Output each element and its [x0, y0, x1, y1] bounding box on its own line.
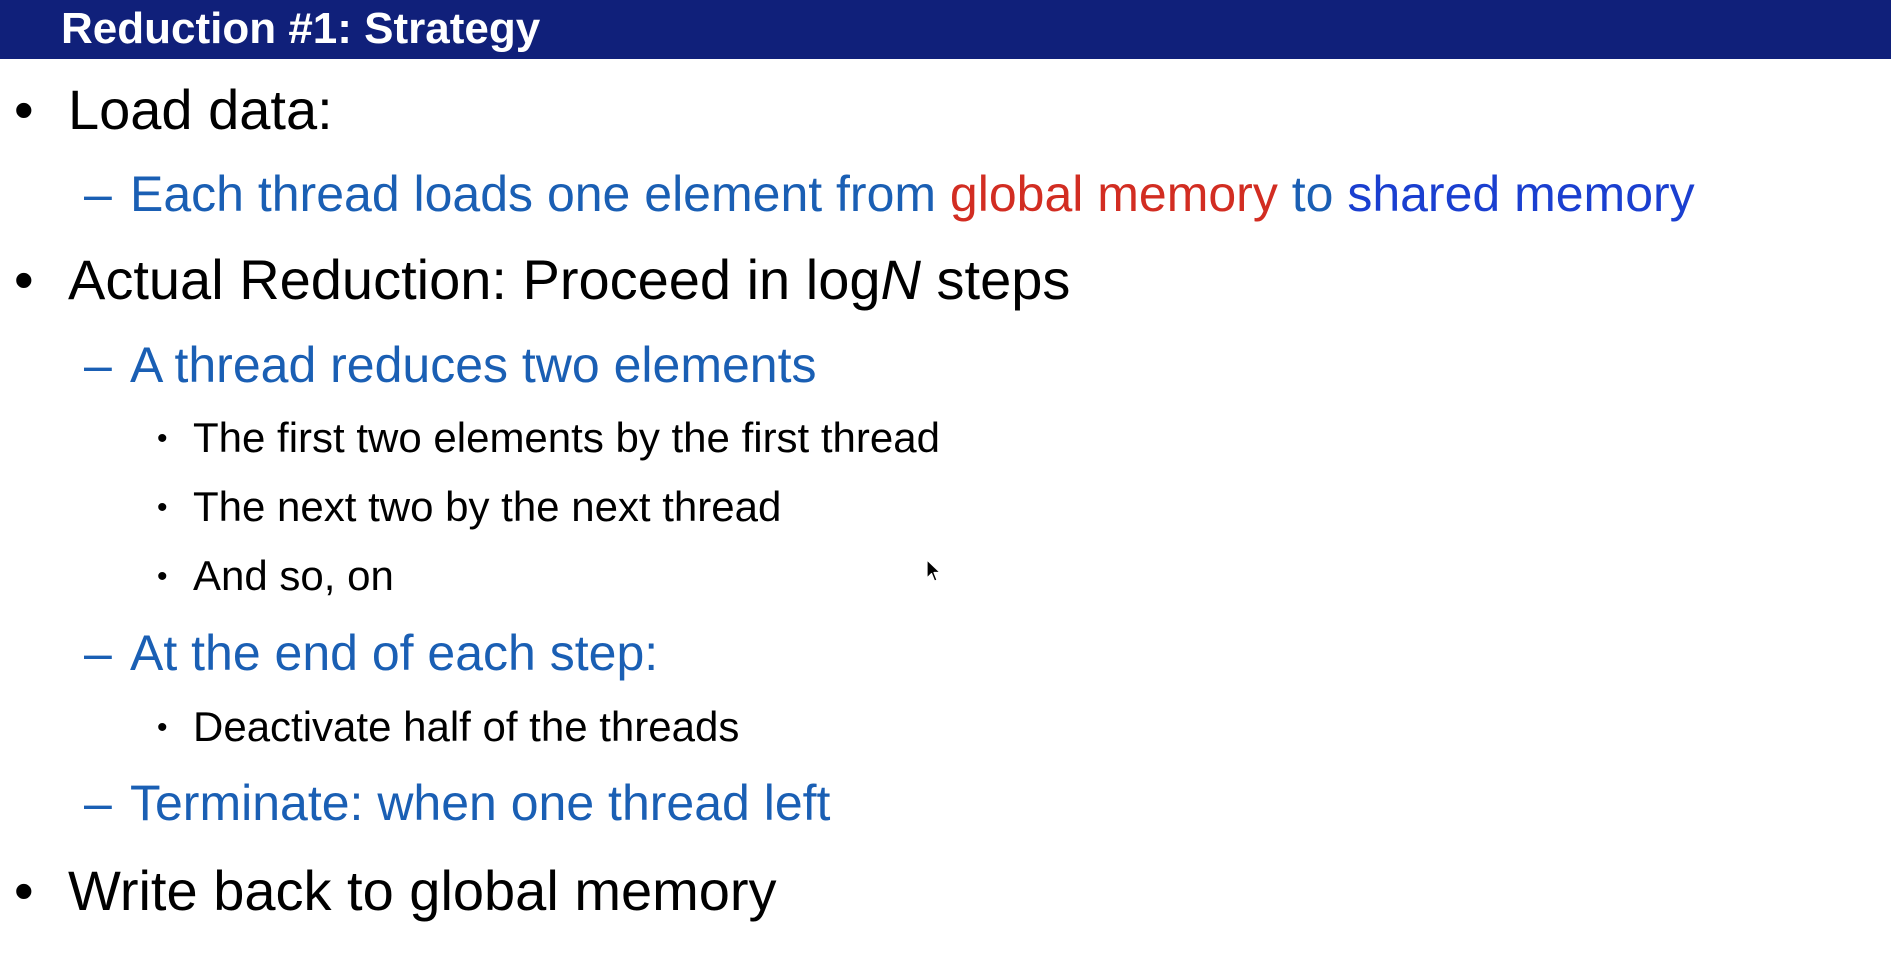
slide: Reduction #1: Strategy • Load data: – Each… — [0, 0, 1891, 967]
sub-load-each-thread: – Each thread loads one element from glob… — [84, 164, 1695, 224]
sub-text: Terminate: when one thread left — [130, 775, 831, 831]
bullet-marker: • — [14, 859, 34, 922]
sub-text: At the end of each step: — [130, 625, 659, 681]
point-and-so-on: • And so, on — [157, 550, 394, 603]
point-text: The first two elements by the first thre… — [193, 414, 940, 461]
dash-marker: – — [84, 625, 112, 681]
point-text: The next two by the next thread — [193, 483, 782, 530]
shared-memory-text: shared memory — [1347, 166, 1695, 222]
sub-text-part3: to — [1277, 166, 1348, 222]
point-deactivate-half: • Deactivate half of the threads — [157, 701, 739, 754]
point-text: Deactivate half of the threads — [193, 703, 740, 750]
small-bullet-marker: • — [157, 560, 168, 593]
slide-title: Reduction #1: Strategy — [61, 4, 541, 53]
sub-end-of-step: – At the end of each step: — [84, 623, 658, 683]
reduction-text-post: steps — [920, 248, 1071, 311]
reduction-text-var: N — [880, 248, 921, 311]
point-next-two: • The next two by the next thread — [157, 481, 781, 534]
dash-marker: – — [84, 337, 112, 393]
sub-terminate: – Terminate: when one thread left — [84, 773, 830, 833]
dash-marker: – — [84, 166, 112, 222]
bullet-load-data: • Load data: — [14, 78, 333, 142]
sub-text: A thread reduces two elements — [130, 337, 817, 393]
small-bullet-marker: • — [157, 422, 168, 455]
title-bar: Reduction #1: Strategy — [0, 0, 1891, 59]
sub-thread-reduces: – A thread reduces two elements — [84, 335, 817, 395]
small-bullet-marker: • — [157, 711, 168, 744]
bullet-actual-reduction: • Actual Reduction: Proceed in logN steps — [14, 248, 1070, 312]
bullet-marker: • — [14, 248, 34, 311]
bullet-write-back: • Write back to global memory — [14, 859, 777, 923]
dash-marker: – — [84, 775, 112, 831]
reduction-text-pre: Actual Reduction: Proceed in log — [68, 248, 881, 311]
small-bullet-marker: • — [157, 491, 168, 524]
mouse-pointer-icon — [926, 559, 941, 582]
sub-text-part1: Each thread loads one element from — [130, 166, 950, 222]
point-first-two: • The first two elements by the first thr… — [157, 412, 940, 465]
bullet-marker: • — [14, 78, 34, 141]
global-memory-text: global memory — [949, 166, 1278, 222]
bullet-text: Load data: — [68, 78, 333, 141]
bullet-text: Write back to global memory — [68, 859, 777, 922]
point-text: And so, on — [193, 552, 394, 599]
